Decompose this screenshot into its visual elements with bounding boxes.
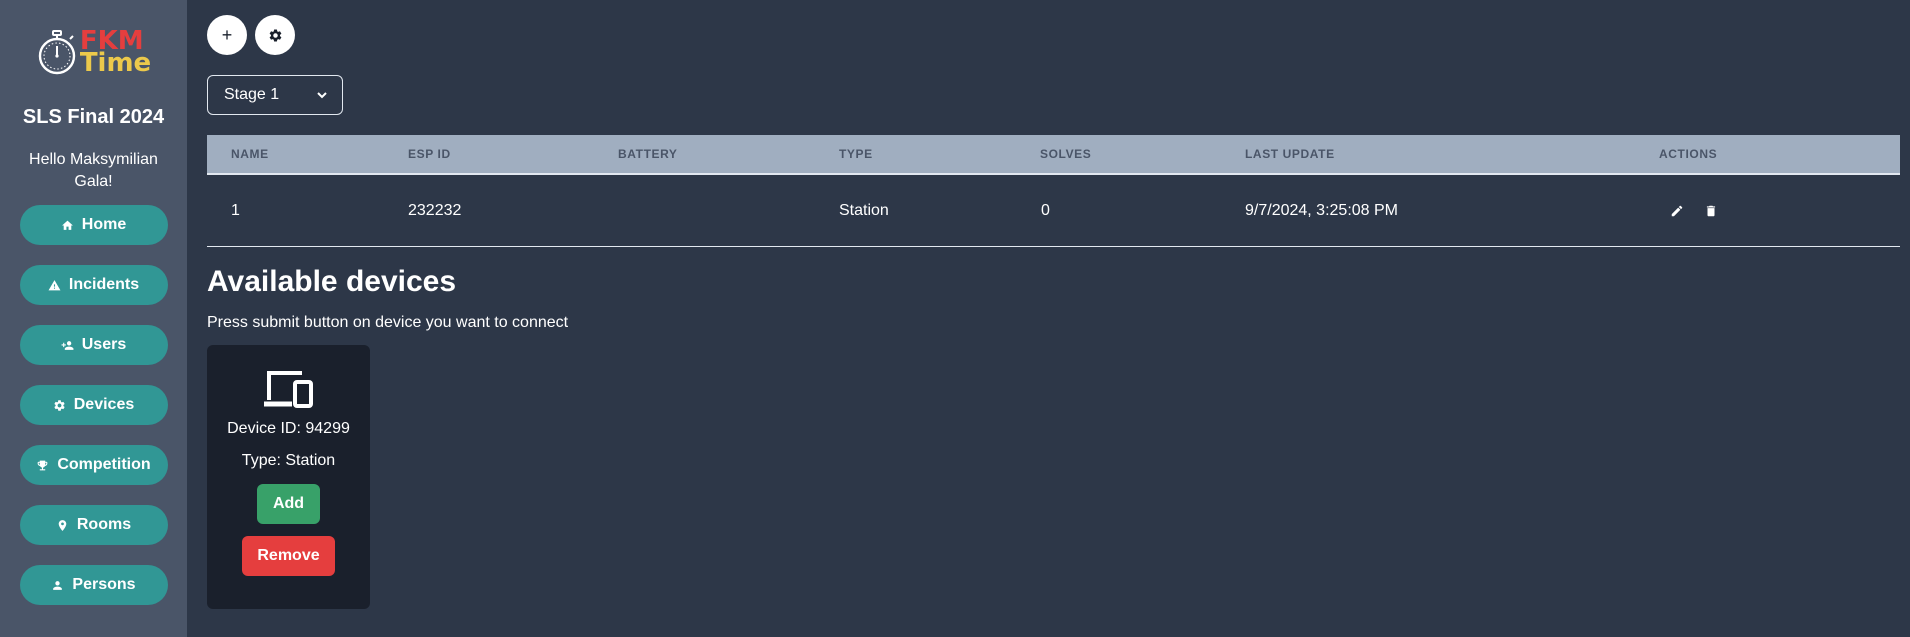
nav-home-label: Home	[81, 216, 127, 233]
header-solves: SOLVES	[1040, 147, 1092, 161]
nav-home-button[interactable]: Home	[19, 205, 168, 245]
stage-select[interactable]: Stage 1	[207, 75, 343, 115]
competition-name: SLS Final 2024	[22, 106, 165, 128]
add-device-button[interactable]: +	[207, 15, 247, 55]
home-icon	[61, 220, 73, 230]
cell-esp-id: 232232	[408, 201, 462, 219]
nav-competition-button[interactable]: Competition	[19, 445, 168, 485]
device-type: Type: Station	[241, 452, 336, 469]
nav-persons-button[interactable]: Persons	[19, 565, 168, 605]
nav-incidents-button[interactable]: Incidents	[19, 265, 168, 305]
gear-icon	[269, 28, 281, 41]
trophy-icon	[37, 460, 48, 470]
devices-icon	[263, 371, 313, 408]
nav-devices-label: Devices	[73, 396, 135, 413]
cell-name: 1	[231, 201, 240, 219]
logo-line-time: Time	[79, 48, 152, 78]
device-id: Device ID: 94299	[227, 420, 350, 437]
nav-devices-button[interactable]: Devices	[19, 385, 168, 425]
stopwatch-icon	[38, 30, 76, 75]
sidebar: FKM Time SLS Final 2024 Hello Maksymilia…	[0, 0, 187, 637]
trash-icon	[1706, 205, 1716, 216]
map-pin-icon	[58, 519, 67, 531]
table-header: NAME ESP ID BATTERY TYPE SOLVES LAST UPD…	[207, 135, 1900, 175]
remove-button[interactable]: Remove	[242, 536, 335, 576]
warning-icon	[48, 279, 61, 290]
gear-icon	[54, 399, 65, 411]
header-actions: ACTIONS	[1659, 147, 1718, 161]
header-name: NAME	[231, 147, 269, 161]
available-devices-subtitle: Press submit button on device you want t…	[207, 314, 569, 331]
sidebar-nav: Home Incidents Users Devices Competition…	[19, 205, 168, 605]
stage-select-value: Stage 1	[224, 86, 280, 103]
device-card: Device ID: 94299 Type: Station Add Remov…	[207, 345, 370, 609]
nav-users-label: Users	[81, 336, 127, 353]
edit-button[interactable]	[1670, 204, 1684, 218]
available-devices-title: Available devices	[207, 265, 457, 298]
user-add-icon	[61, 340, 74, 350]
app-logo[interactable]: FKM Time	[36, 26, 151, 78]
nav-competition-label: Competition	[57, 456, 151, 473]
nav-rooms-label: Rooms	[76, 516, 132, 533]
delete-button[interactable]	[1704, 204, 1718, 218]
settings-button[interactable]	[255, 15, 295, 55]
cell-solves: 0	[1041, 201, 1050, 219]
add-button[interactable]: Add	[257, 484, 320, 524]
nav-incidents-label: Incidents	[68, 276, 140, 293]
nav-rooms-button[interactable]: Rooms	[19, 505, 168, 545]
toolbar: +	[207, 15, 295, 55]
chevron-down-icon	[317, 92, 327, 99]
pencil-icon	[1671, 205, 1683, 216]
cell-type: Station	[839, 201, 889, 219]
greeting: Hello Maksymilian Gala!	[29, 151, 158, 190]
row-actions	[1670, 204, 1718, 218]
nav-users-button[interactable]: Users	[19, 325, 168, 365]
cell-last-update: 9/7/2024, 3:25:08 PM	[1245, 201, 1398, 219]
header-last-update: LAST UPDATE	[1245, 147, 1335, 161]
header-type: TYPE	[839, 147, 873, 161]
devices-table: NAME ESP ID BATTERY TYPE SOLVES LAST UPD…	[207, 135, 1900, 247]
table-row: 1 232232 Station 0 9/7/2024, 3:25:08 PM	[207, 175, 1900, 247]
header-battery: BATTERY	[618, 147, 678, 161]
nav-persons-label: Persons	[72, 576, 136, 593]
header-esp-id: ESP ID	[408, 147, 451, 161]
person-icon	[53, 580, 63, 590]
